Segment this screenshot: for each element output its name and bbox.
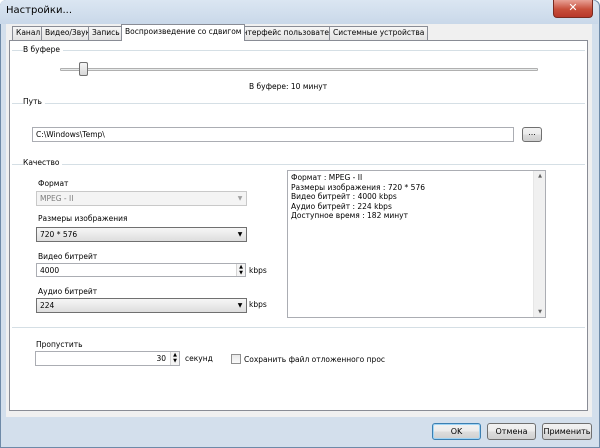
path-value: C:\Windows\Temp\ <box>36 130 105 139</box>
scroll-down-icon[interactable]: ▼ <box>534 307 546 317</box>
video-bitrate-spinner[interactable]: ▲ ▼ <box>236 264 245 276</box>
video-bitrate-input[interactable]: 4000 ▲ ▼ <box>36 263 246 277</box>
title-bar[interactable]: Настройки... <box>0 0 598 24</box>
tab-label: Запись <box>92 28 120 37</box>
group-divider <box>12 327 585 328</box>
tab-label: Видео/Звук <box>45 28 91 37</box>
info-line: Видео битрейт : 4000 kbps <box>291 192 397 201</box>
quality-info-box[interactable]: Формат : MPEG - II Размеры изображения :… <box>287 170 546 318</box>
info-line: Формат : MPEG - II <box>291 173 363 182</box>
group-divider <box>12 164 585 165</box>
format-combo[interactable]: MPEG - II ▼ <box>36 191 247 206</box>
scroll-up-icon[interactable]: ▲ <box>534 171 546 181</box>
tab-label: Воспроизведение со сдвигом <box>125 27 242 36</box>
path-input[interactable]: C:\Windows\Temp\ <box>32 127 514 142</box>
skip-seconds-input[interactable]: 30 ▲ ▼ <box>35 351 180 366</box>
spin-down-icon[interactable]: ▼ <box>171 358 179 364</box>
apply-label: Применить <box>543 427 591 436</box>
browse-button[interactable]: ... <box>522 127 542 142</box>
chevron-down-icon: ▼ <box>237 231 243 238</box>
tab-channel[interactable]: Канал <box>12 26 45 40</box>
tab-timeshift[interactable]: Воспроизведение со сдвигом <box>121 24 246 41</box>
group-divider <box>12 103 585 104</box>
audio-bitrate-combo[interactable]: 224 ▼ <box>36 298 247 313</box>
buffer-slider-track[interactable] <box>60 68 538 71</box>
video-bitrate-label: Видео битрейт <box>38 252 98 261</box>
audio-bitrate-value: 224 <box>40 301 55 310</box>
spin-down-icon[interactable]: ▼ <box>237 270 245 276</box>
tab-recording[interactable]: Запись <box>88 26 124 40</box>
close-icon: ✕ <box>568 1 578 14</box>
apply-button[interactable]: Применить <box>542 423 592 440</box>
video-bitrate-value: 4000 <box>40 266 60 275</box>
chevron-down-icon: ▼ <box>237 302 243 309</box>
buffer-value-text: В буфере: 10 минут <box>249 82 328 91</box>
tab-label: Интерфейс пользователя <box>237 28 339 37</box>
tab-system-devices[interactable]: Системные устройства <box>329 26 429 40</box>
audio-bitrate-label: Аудио битрейт <box>38 287 98 296</box>
tab-user-interface[interactable]: Интерфейс пользователя <box>233 26 343 40</box>
format-value: MPEG - II <box>40 194 74 203</box>
info-line: Размеры изображения : 720 * 576 <box>291 182 425 192</box>
group-divider <box>12 50 585 51</box>
ok-button[interactable]: OK <box>432 423 481 440</box>
browse-label: ... <box>528 128 536 137</box>
image-size-combo[interactable]: 720 * 576 ▼ <box>36 227 247 242</box>
format-label: Формат <box>38 179 69 188</box>
skip-value: 30 <box>156 354 166 363</box>
video-bitrate-unit: kbps <box>249 266 267 275</box>
ok-label: OK <box>450 427 463 436</box>
cancel-label: Отмена <box>495 427 528 436</box>
skip-label: Пропустить <box>36 340 83 349</box>
skip-unit: секунд <box>185 354 213 363</box>
tab-label: Канал <box>16 28 41 37</box>
info-line: Доступное время : 182 минут <box>291 211 408 220</box>
buffer-slider-thumb[interactable] <box>79 62 88 76</box>
info-line: Аудио битрейт : 224 kbps <box>291 201 392 211</box>
buffer-group-title: В буфере <box>23 45 63 54</box>
skip-spinner[interactable]: ▲ ▼ <box>170 352 179 365</box>
image-size-label: Размеры изображения <box>38 214 128 223</box>
tab-label: Системные устройства <box>333 28 425 37</box>
audio-bitrate-unit: kbps <box>249 300 267 309</box>
quality-group-title: Качество <box>23 158 63 167</box>
save-timeshift-label[interactable]: Сохранить файл отложенного прос <box>244 355 385 364</box>
path-group-title: Путь <box>23 97 45 106</box>
info-scrollbar[interactable]: ▲ ▼ <box>533 171 545 317</box>
image-size-value: 720 * 576 <box>40 230 78 239</box>
close-button[interactable]: ✕ <box>553 0 593 18</box>
tab-video-audio[interactable]: Видео/Звук <box>41 26 95 40</box>
window-title: Настройки... <box>6 5 73 16</box>
cancel-button[interactable]: Отмена <box>487 423 536 440</box>
chevron-down-icon: ▼ <box>237 195 243 202</box>
save-timeshift-checkbox[interactable] <box>231 354 241 364</box>
